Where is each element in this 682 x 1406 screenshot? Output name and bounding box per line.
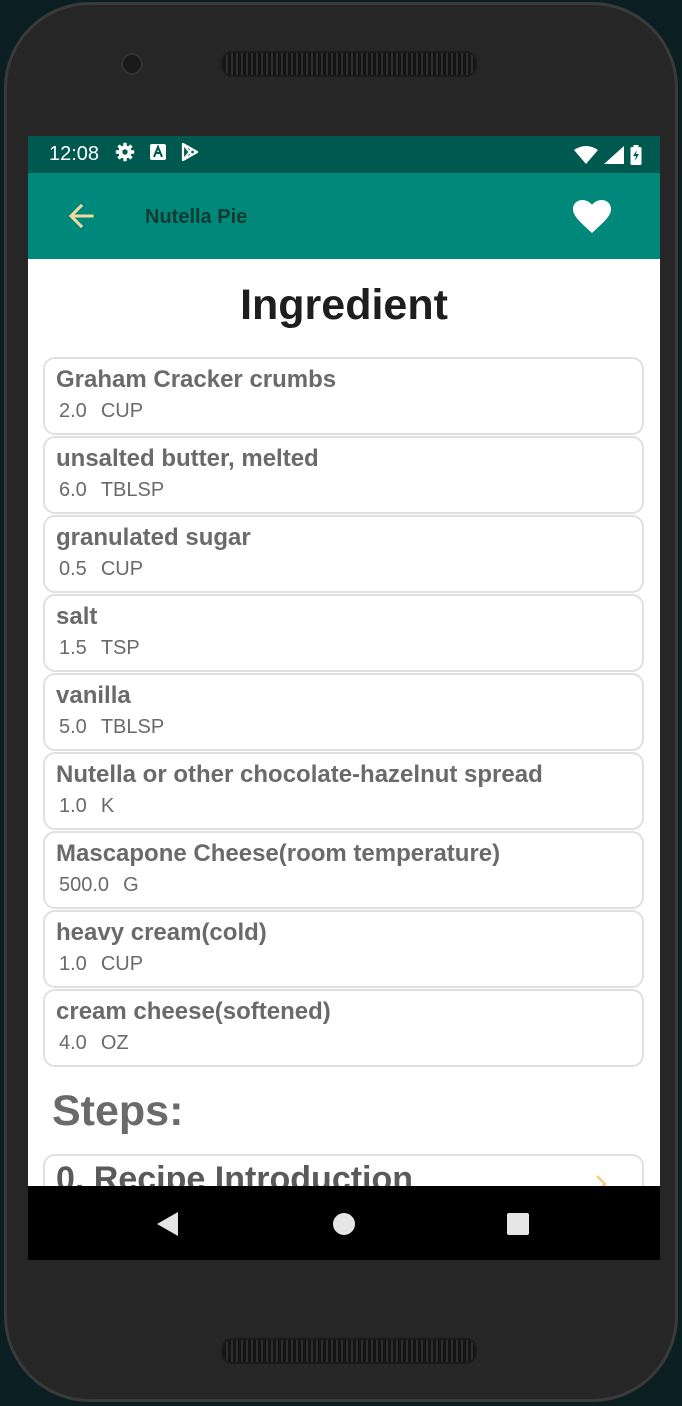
steps-heading: Steps: [52,1087,184,1135]
ingredient-quantity: 6.0 [59,479,87,501]
system-nav-bar [28,1186,660,1260]
status-time: 12:08 [49,143,100,165]
nav-home-button[interactable] [330,1210,358,1238]
ingredient-unit: TSP [100,637,140,659]
battery-icon [630,145,642,170]
wifi-icon [574,146,598,169]
step-title: 0. Recipe Introduction [56,1160,414,1186]
triangle-back-icon [157,1212,178,1236]
earpiece-speaker [221,51,477,77]
ingredient-name: granulated sugar [56,524,251,551]
ingredient-name: heavy cream(cold) [56,919,267,946]
ingredient-heading: Ingredient [240,281,448,329]
ingredient-quantity: 1.0 [59,795,87,817]
step-card[interactable]: 0. Recipe Introduction [43,1154,644,1186]
back-button[interactable] [64,198,100,234]
ingredient-quantity: 1.0 [59,953,87,975]
recipe-content[interactable]: Ingredient Graham Cracker crumbs 2.0 CUP … [28,259,660,1186]
ingredient-list: Graham Cracker crumbs 2.0 CUP unsalted bu… [43,357,645,1068]
ingredient-quantity: 0.5 [59,558,87,580]
ingredient-amount: 1.0 CUP [59,953,143,976]
ingredient-card: vanilla 5.0 TBLSP [43,673,644,751]
nav-recents-button[interactable] [504,1210,532,1238]
square-recents-icon [507,1213,529,1235]
favorite-button[interactable] [572,199,612,235]
front-camera [121,53,143,75]
ingredient-unit: K [100,795,115,817]
play-store-icon [181,142,199,166]
circle-home-icon [333,1213,355,1235]
ingredient-name: Nutella or other chocolate-hazelnut spre… [56,761,543,788]
app-bar: Nutella Pie [28,173,660,259]
ingredient-name: Graham Cracker crumbs [56,366,337,393]
ingredient-unit: CUP [100,558,144,580]
ingredient-amount: 1.0 K [59,795,114,818]
arrow-back-icon [68,203,94,229]
bottom-speaker [221,1338,477,1364]
ingredient-name: salt [56,603,98,630]
signal-icon [604,146,624,169]
ingredient-unit: TBLSP [100,716,165,738]
ingredient-name: unsalted butter, melted [56,445,319,472]
ingredient-unit: TBLSP [100,479,165,501]
ingredient-name: cream cheese(softened) [56,998,331,1025]
chevron-right-icon [596,1175,607,1186]
ingredient-name: Mascapone Cheese(room temperature) [56,840,501,867]
ingredient-unit: OZ [100,1032,129,1054]
ingredient-amount: 500.0 G [59,874,139,897]
app-bar-title: Nutella Pie [145,206,248,228]
ingredient-card: cream cheese(softened) 4.0 OZ [43,989,644,1067]
ingredient-quantity: 4.0 [59,1032,87,1054]
ingredient-unit: G [123,874,139,896]
ingredient-amount: 4.0 OZ [59,1032,129,1055]
ingredient-quantity: 2.0 [59,400,87,422]
ingredient-amount: 0.5 CUP [59,558,143,581]
heart-icon [573,200,611,233]
status-bar: 12:08 [28,136,660,173]
ingredient-card: Nutella or other chocolate-hazelnut spre… [43,752,644,830]
ingredient-amount: 6.0 TBLSP [59,479,164,502]
screen: 12:08 Nutella Pie Ingredient Graham Crac… [28,136,660,1260]
a-icon [149,143,167,166]
ingredient-quantity: 5.0 [59,716,87,738]
ingredient-card: Mascapone Cheese(room temperature) 500.0… [43,831,644,909]
ingredient-unit: CUP [100,953,144,975]
ingredient-card: Graham Cracker crumbs 2.0 CUP [43,357,644,435]
ingredient-card: granulated sugar 0.5 CUP [43,515,644,593]
ingredient-unit: CUP [100,400,144,422]
ingredient-quantity: 500.0 [59,874,110,896]
ingredient-amount: 2.0 CUP [59,400,143,423]
nav-back-button[interactable] [154,1210,182,1238]
ingredient-amount: 5.0 TBLSP [59,716,164,739]
ingredient-amount: 1.5 TSP [59,637,140,660]
ingredient-name: vanilla [56,682,131,709]
ingredient-card: unsalted butter, melted 6.0 TBLSP [43,436,644,514]
ingredient-quantity: 1.5 [59,637,87,659]
settings-icon [115,142,135,167]
ingredient-card: heavy cream(cold) 1.0 CUP [43,910,644,988]
ingredient-card: salt 1.5 TSP [43,594,644,672]
